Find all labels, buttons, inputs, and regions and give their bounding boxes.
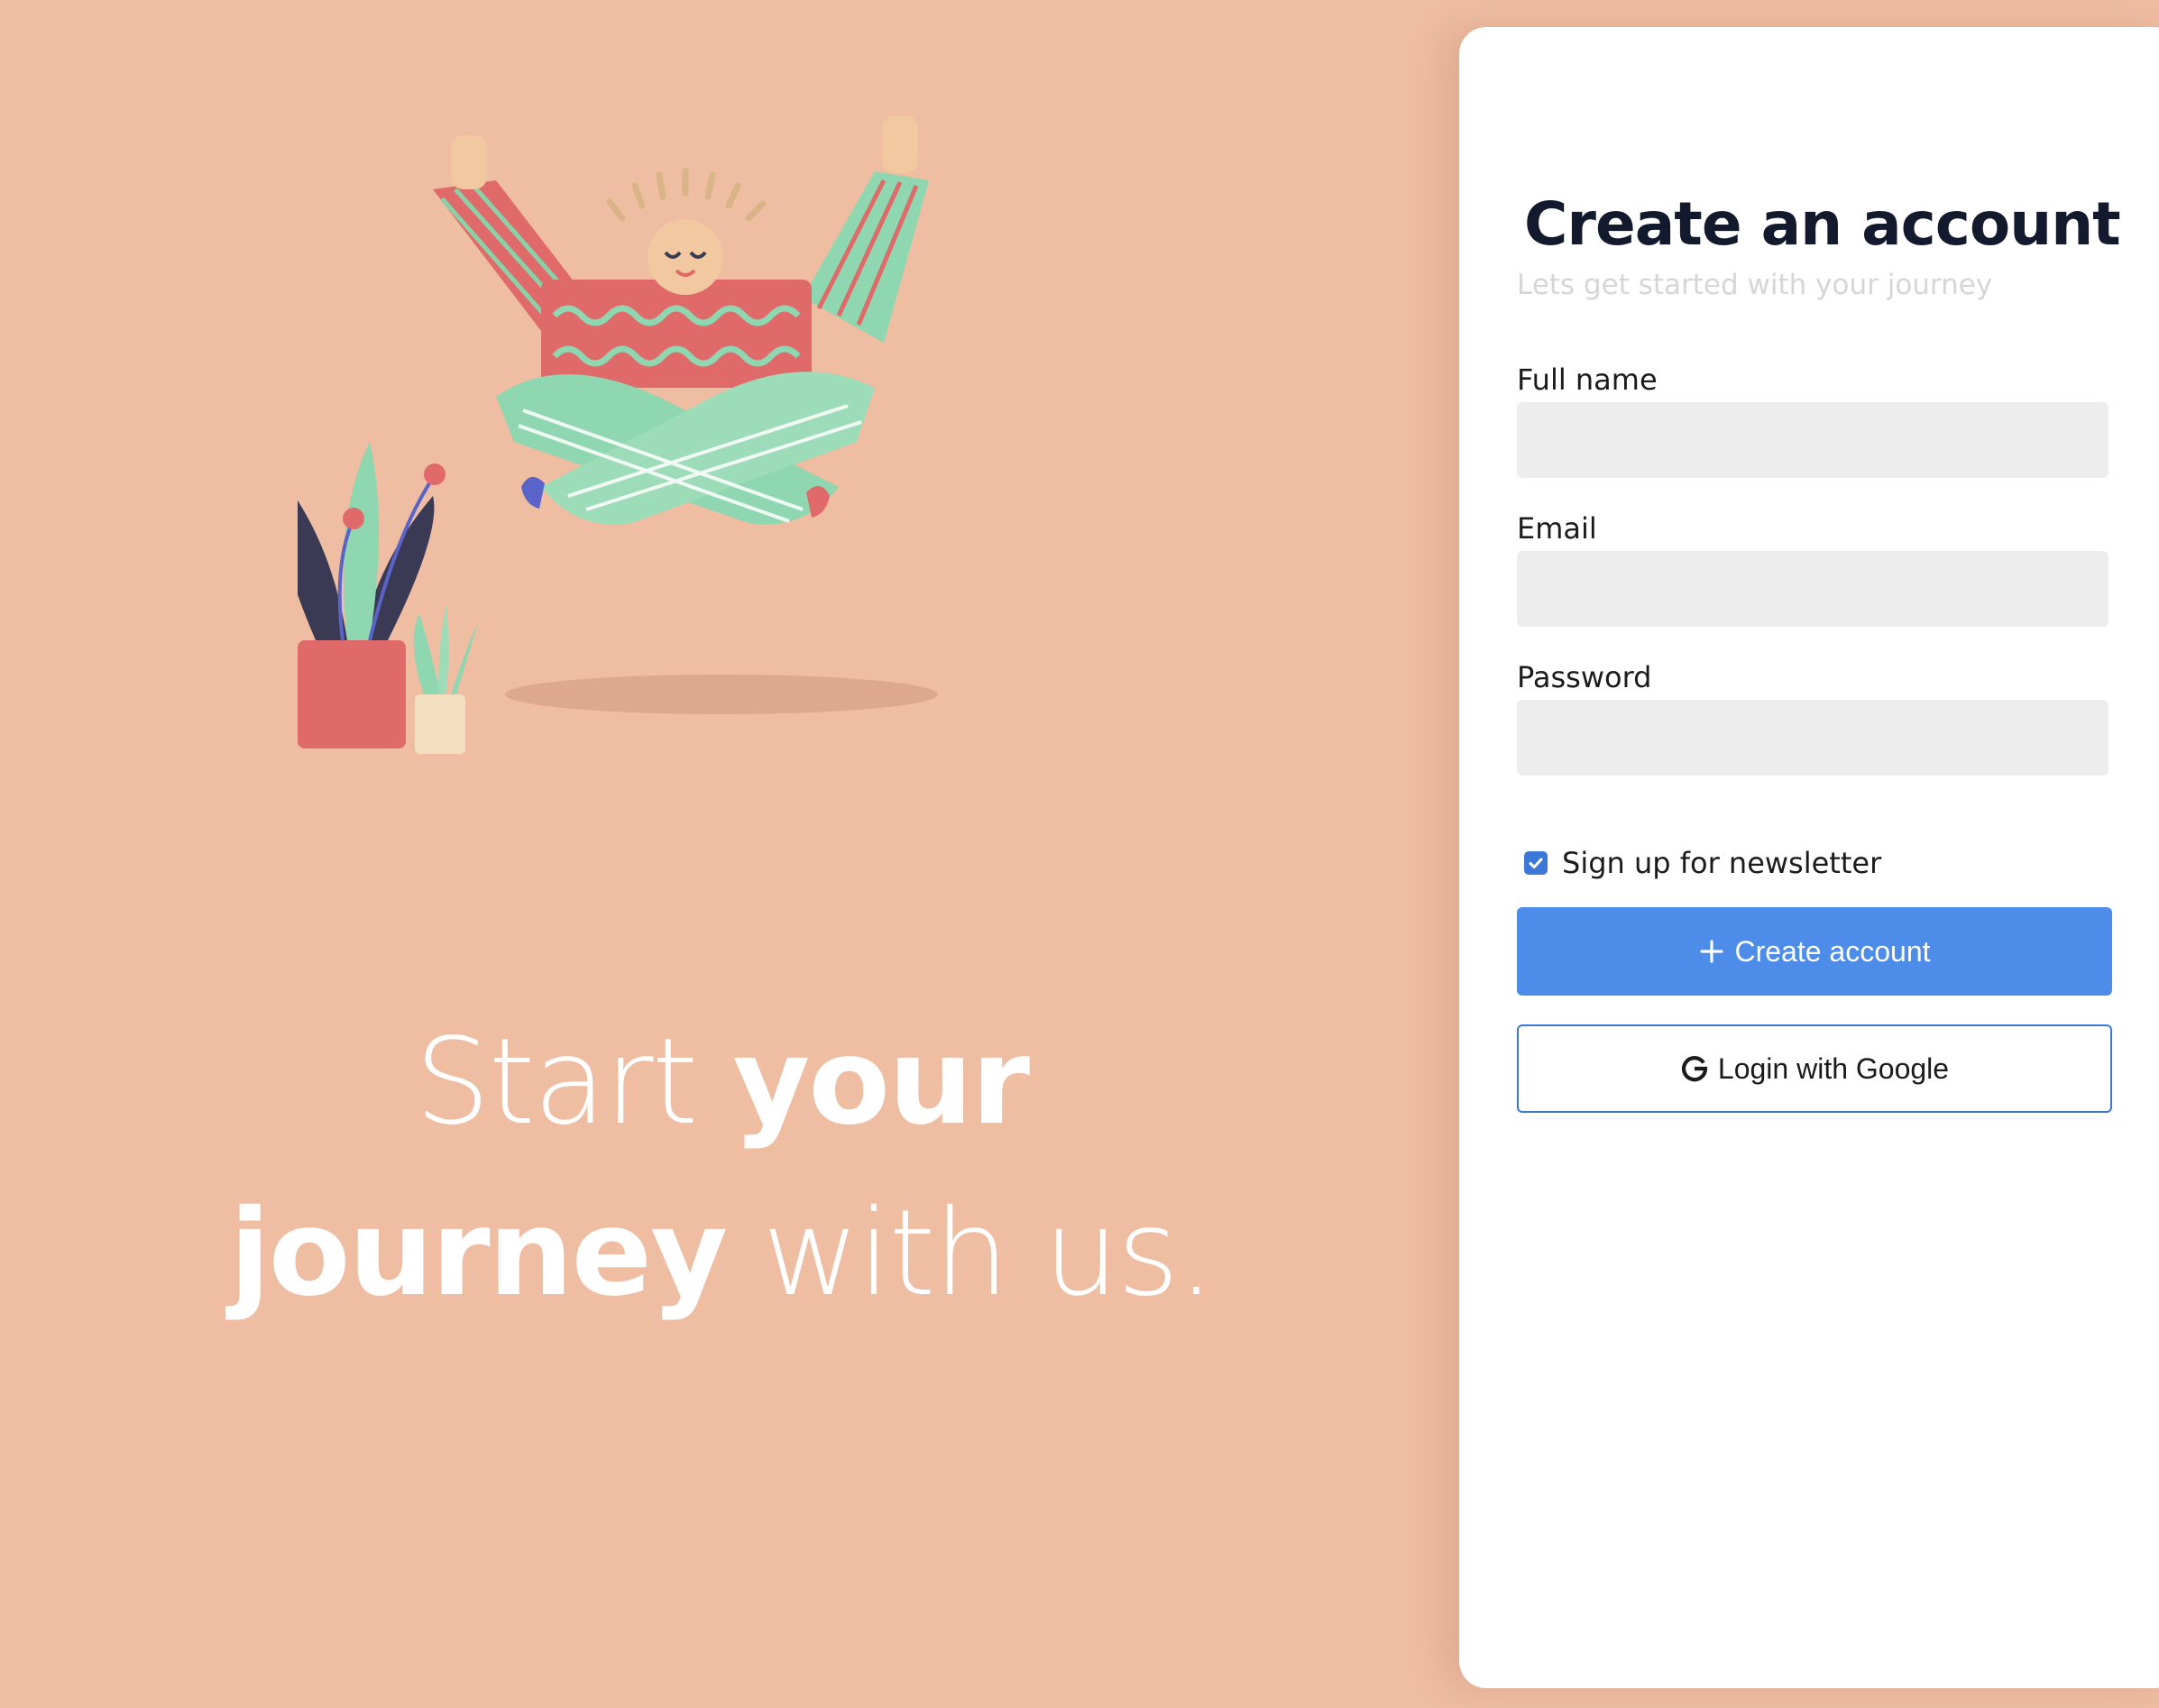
hero-headline-your: your xyxy=(732,1013,1030,1152)
signup-subtitle: Lets get started with your journey xyxy=(1517,269,1993,301)
checkmark-icon xyxy=(1529,858,1543,868)
full-name-label: Full name xyxy=(1517,363,1658,397)
signup-card: Create an account Lets get started with … xyxy=(1459,27,2159,1688)
google-icon xyxy=(1681,1056,1708,1082)
hero-headline-line-1: Start your xyxy=(0,996,1443,1168)
hero-headline-start: Start xyxy=(414,1013,733,1152)
email-label: Email xyxy=(1517,511,1597,546)
hero-headline-line-2: journey with us. xyxy=(0,1168,1443,1339)
meditating-character-illustration xyxy=(298,99,1028,857)
signup-page: Start your journey with us. Create an ac… xyxy=(0,0,2159,1708)
signup-title: Create an account xyxy=(1524,189,2121,259)
plus-icon xyxy=(1700,940,1724,963)
hero-headline: Start your journey with us. xyxy=(0,996,1443,1339)
login-with-google-label: Login with Google xyxy=(1717,1051,1950,1085)
password-label: Password xyxy=(1517,660,1652,694)
create-account-button[interactable]: Create account xyxy=(1517,907,2112,996)
create-account-label: Create account xyxy=(1734,934,1931,968)
hero-headline-journey: journey xyxy=(229,1184,729,1323)
newsletter-checkbox[interactable] xyxy=(1524,851,1548,875)
full-name-input[interactable] xyxy=(1517,402,2108,478)
email-input[interactable] xyxy=(1517,551,2108,627)
newsletter-option[interactable]: Sign up for newsletter xyxy=(1524,846,1881,880)
hero-headline-with-us: with us. xyxy=(726,1184,1215,1323)
password-input[interactable] xyxy=(1517,700,2108,776)
login-with-google-button[interactable]: Login with Google xyxy=(1517,1024,2112,1113)
newsletter-label: Sign up for newsletter xyxy=(1562,846,1882,880)
